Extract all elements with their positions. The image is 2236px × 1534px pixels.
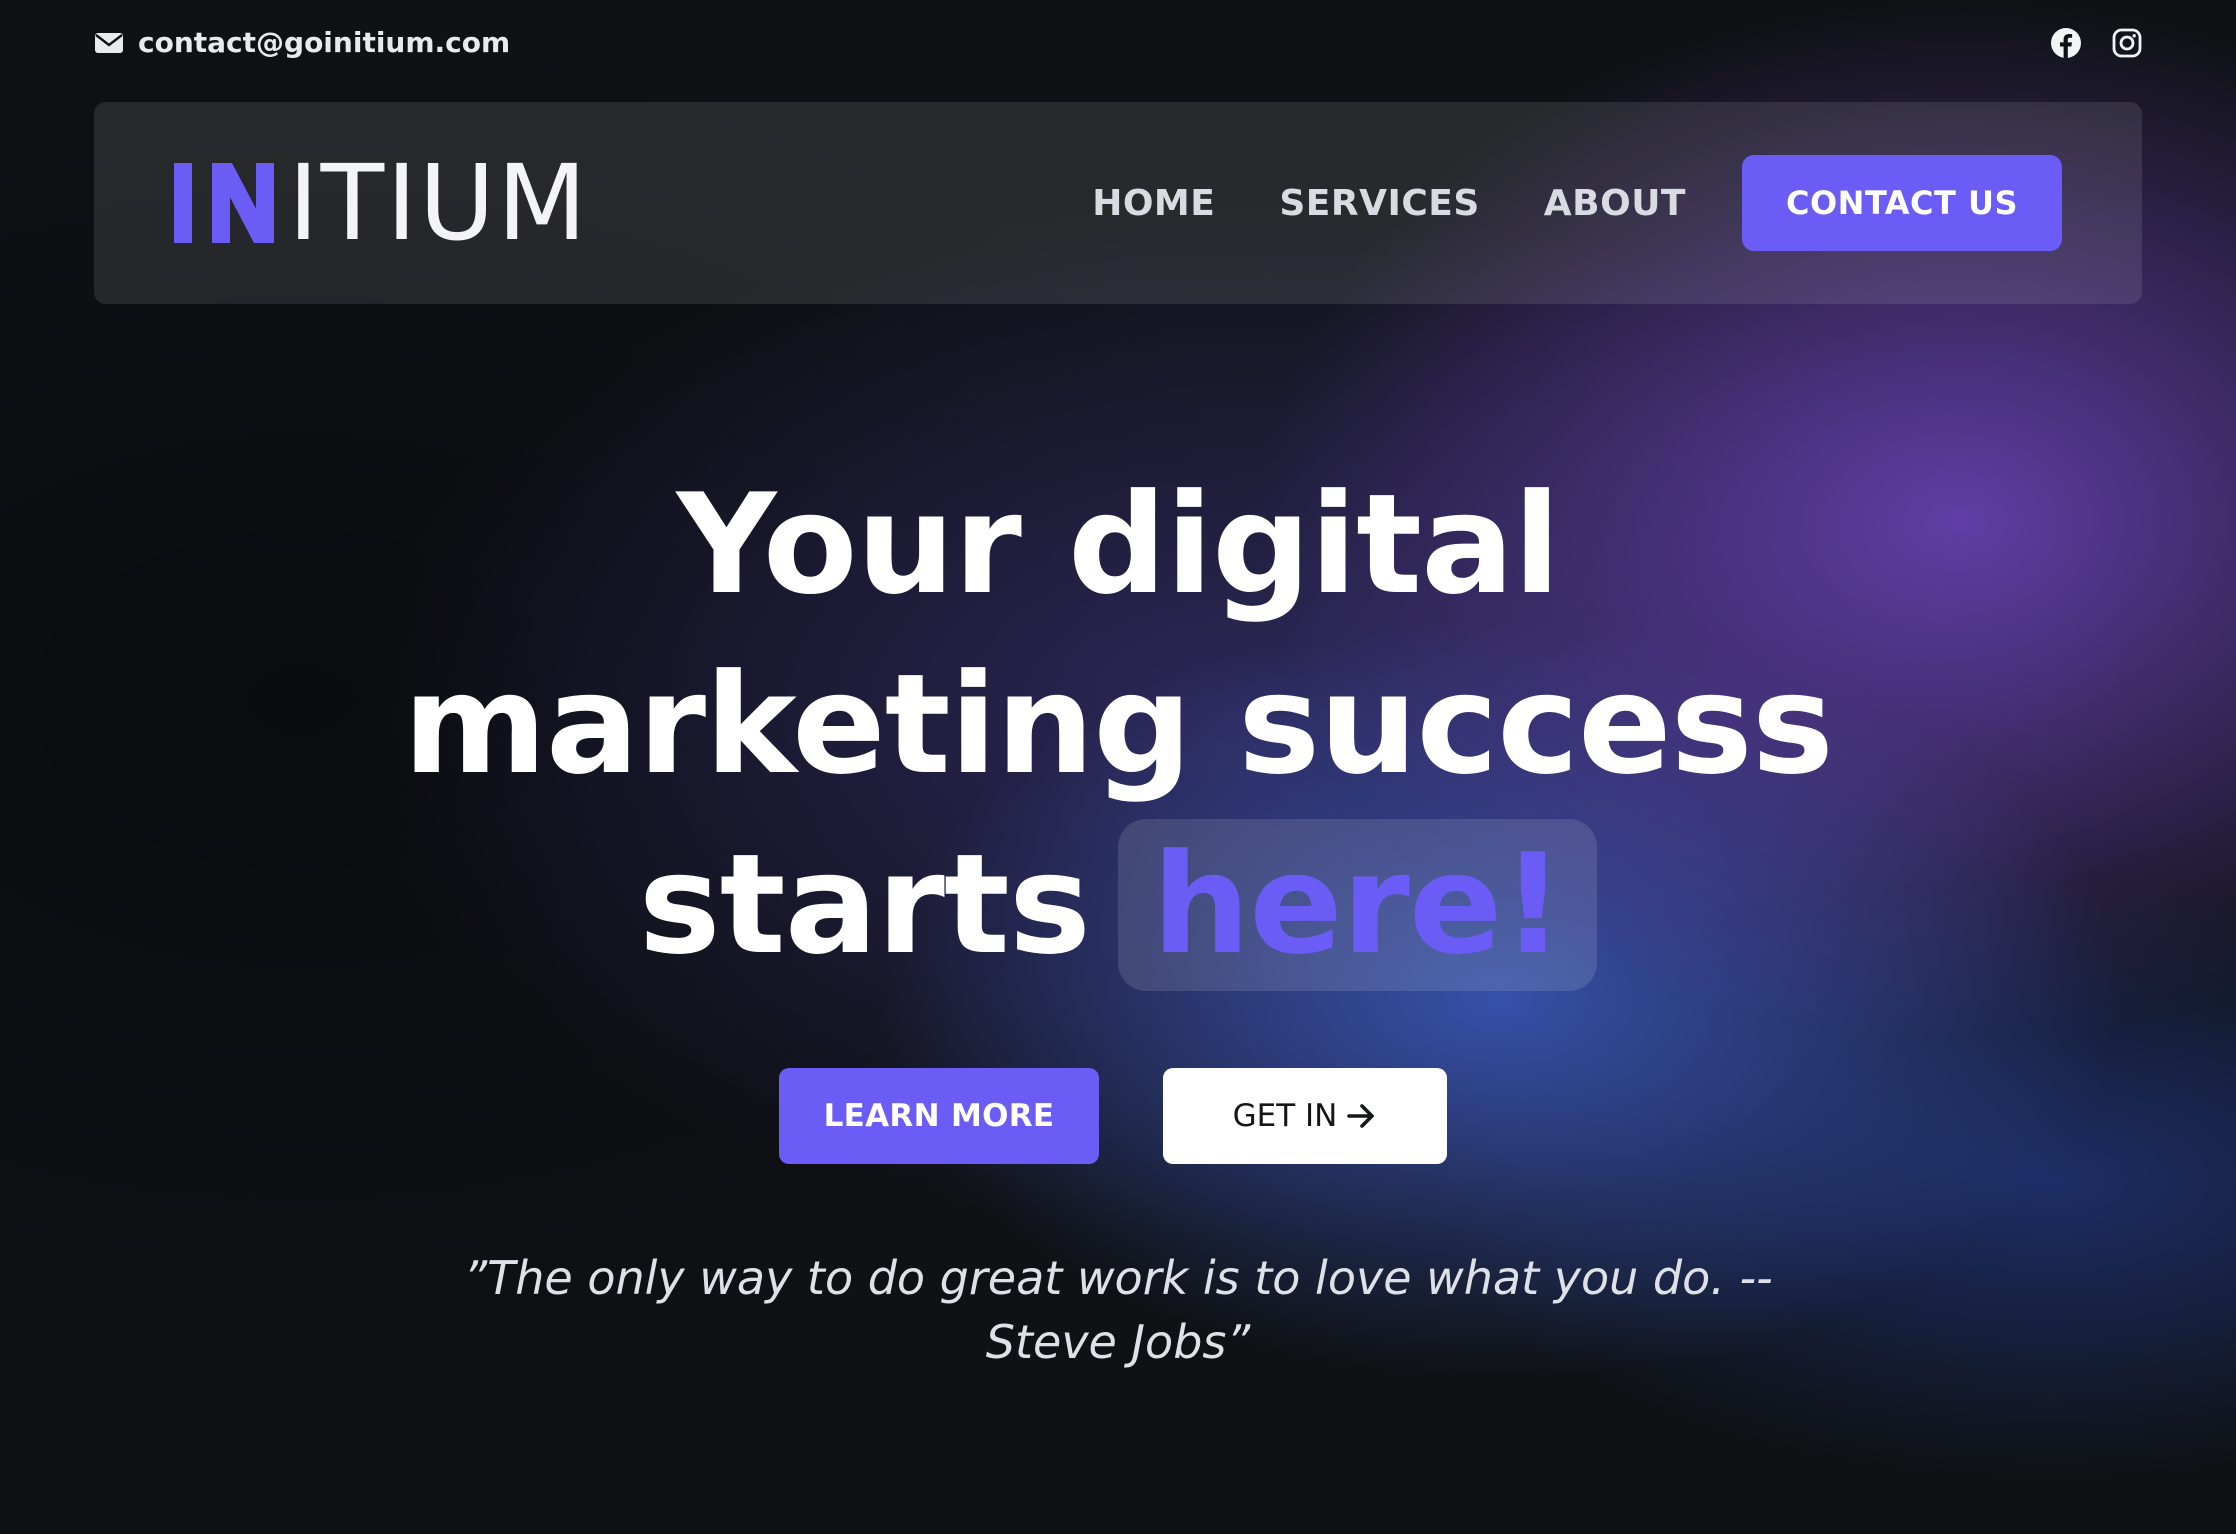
hero-line-2: marketing success <box>403 644 1834 805</box>
envelope-icon <box>94 32 124 54</box>
contact-us-button[interactable]: CONTACT US <box>1742 155 2062 251</box>
contact-email-text: contact@goinitium.com <box>138 26 511 59</box>
learn-more-button[interactable]: LEARN MORE <box>779 1068 1099 1164</box>
nav-item-home[interactable]: HOME <box>1092 183 1215 224</box>
get-in-label: GET IN <box>1232 1098 1338 1134</box>
nav-links: HOME SERVICES ABOUT CONTACT US <box>1092 155 2062 251</box>
arrow-right-icon <box>1347 1103 1377 1129</box>
cta-buttons: LEARN MORE GET IN <box>0 1068 2236 1164</box>
nav-item-services[interactable]: SERVICES <box>1279 183 1479 224</box>
logo-wordmark: ITIUM <box>288 142 589 264</box>
hero-line-1: Your digital <box>676 464 1561 625</box>
hero-line-3: starts here! <box>0 815 2236 995</box>
hero-heading: Your digital marketing success starts her… <box>0 455 2236 995</box>
initium-logo[interactable]: ITIUM <box>174 142 589 264</box>
main-navbar: ITIUM HOME SERVICES ABOUT CONTACT US <box>94 102 2142 304</box>
hero-quote: ”The only way to do great work is to lov… <box>463 1251 1773 1369</box>
top-bar: contact@goinitium.com <box>94 26 2142 59</box>
nav-item-about[interactable]: ABOUT <box>1544 183 1686 224</box>
logo-mark-icon <box>174 161 278 245</box>
social-links <box>2050 27 2142 59</box>
get-in-button[interactable]: GET IN <box>1163 1068 1447 1164</box>
hero-line-3-prefix: starts <box>638 824 1091 985</box>
facebook-icon[interactable] <box>2050 27 2082 59</box>
contact-email[interactable]: contact@goinitium.com <box>94 26 510 59</box>
hero-highlight: here! <box>1117 819 1598 991</box>
instagram-icon[interactable] <box>2112 28 2142 58</box>
